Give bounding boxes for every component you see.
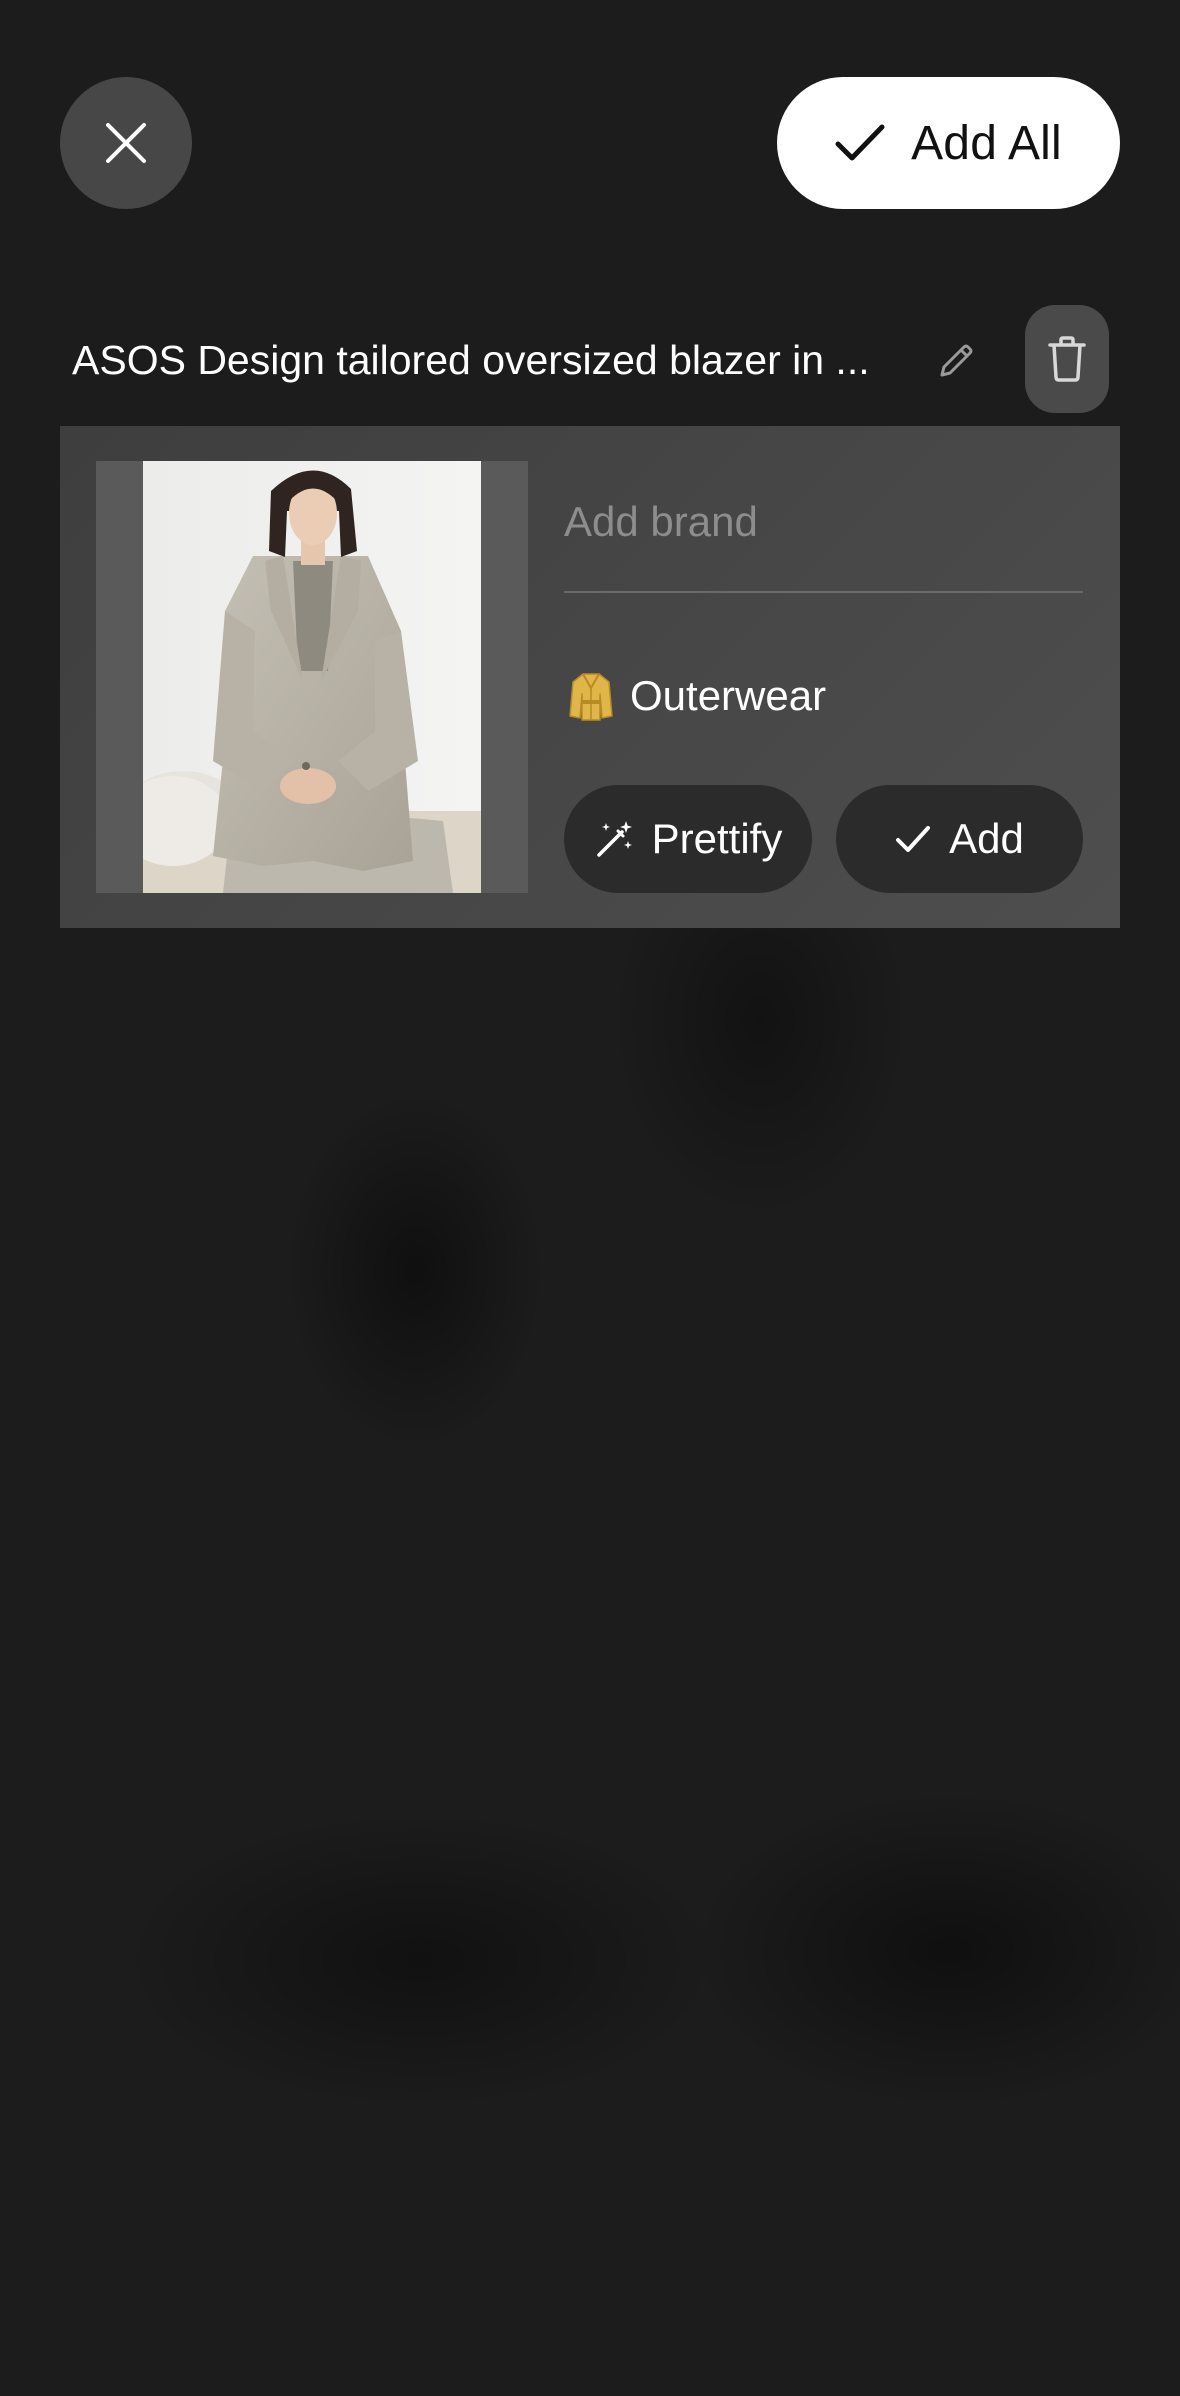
model-photo-illustration [143, 461, 481, 893]
trash-icon [1048, 336, 1086, 382]
check-icon [835, 124, 885, 161]
item-header: ASOS Design tailored oversized blazer in… [60, 305, 1120, 415]
category-selector[interactable]: Outerwear [568, 666, 826, 726]
check-icon [896, 826, 931, 852]
edit-title-button[interactable] [930, 335, 982, 387]
screen: Add All ASOS Design tailored oversized b… [0, 0, 1180, 2396]
close-icon [106, 123, 146, 163]
category-label: Outerwear [630, 672, 827, 719]
coat-icon [569, 673, 613, 721]
item-photo-frame[interactable] [96, 461, 528, 893]
item-photo [143, 461, 481, 893]
brand-input-underline [564, 591, 1083, 593]
add-label: Add [949, 815, 1024, 862]
pencil-icon [940, 344, 973, 377]
prettify-label: Prettify [651, 815, 783, 862]
prettify-button[interactable]: Prettify [564, 785, 812, 893]
add-all-button[interactable]: Add All [777, 77, 1120, 209]
add-all-label: Add All [911, 116, 1062, 170]
item-card: Outerwear Prettify Add [60, 426, 1120, 928]
brand-input[interactable] [564, 496, 1083, 548]
delete-button[interactable] [1025, 305, 1109, 413]
add-button[interactable]: Add [836, 785, 1083, 893]
magic-wand-icon [596, 821, 632, 857]
close-button[interactable] [60, 77, 192, 209]
item-title: ASOS Design tailored oversized blazer in… [72, 337, 870, 383]
